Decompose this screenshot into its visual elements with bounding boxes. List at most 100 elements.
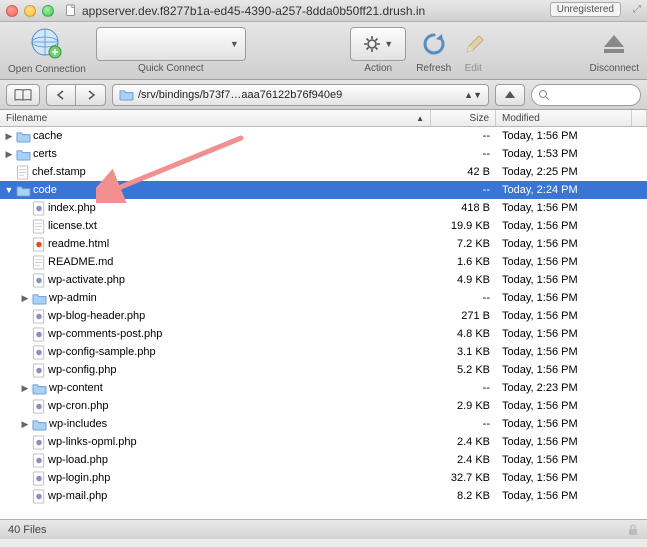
quick-connect-item: ▼ Quick Connect — [96, 27, 246, 74]
file-icon — [32, 201, 46, 216]
file-size: 32.7 KB — [431, 472, 496, 484]
file-row[interactable]: ▶wp-includes--Today, 1:56 PM — [0, 415, 647, 433]
toolbar: Open Connection ▼ Quick Connect ▼ Action… — [0, 22, 647, 80]
file-modified: Today, 1:56 PM — [496, 472, 647, 484]
back-button[interactable] — [46, 84, 76, 106]
search-box[interactable] — [531, 84, 641, 106]
file-row[interactable]: readme.html7.2 KBToday, 1:56 PM — [0, 235, 647, 253]
file-size: 4.8 KB — [431, 328, 496, 340]
file-modified: Today, 1:56 PM — [496, 490, 647, 502]
status-text: 40 Files — [8, 524, 47, 536]
file-name: README.md — [48, 256, 113, 268]
document-proxy-icon[interactable] — [64, 4, 78, 18]
disclosure-closed-icon[interactable]: ▶ — [20, 383, 30, 394]
lock-icon[interactable] — [627, 524, 639, 536]
file-size: -- — [431, 382, 496, 394]
file-list[interactable]: ▶cache--Today, 1:56 PM▶certs--Today, 1:5… — [0, 127, 647, 519]
file-row[interactable]: wp-load.php2.4 KBToday, 1:56 PM — [0, 451, 647, 469]
search-input[interactable] — [554, 89, 634, 101]
file-icon — [32, 471, 46, 486]
file-icon — [32, 237, 46, 252]
forward-button[interactable] — [76, 84, 106, 106]
file-name: wp-load.php — [48, 454, 108, 466]
go-up-button[interactable] — [495, 84, 525, 106]
file-modified: Today, 1:56 PM — [496, 454, 647, 466]
file-row[interactable]: ▶ wp-content --Today, 2:23 PM — [0, 379, 647, 397]
file-row[interactable]: ▶wp-admin--Today, 1:56 PM — [0, 289, 647, 307]
unregistered-badge[interactable]: Unregistered — [550, 2, 621, 17]
file-name: license.txt — [48, 220, 97, 232]
open-connection-item: Open Connection — [8, 26, 86, 75]
file-row[interactable]: ▼code--Today, 2:24 PM — [0, 181, 647, 199]
file-row[interactable]: license.txt 19.9 KBToday, 1:56 PM — [0, 217, 647, 235]
file-row[interactable]: wp-comments-post.php4.8 KBToday, 1:56 PM — [0, 325, 647, 343]
eject-icon — [599, 31, 629, 57]
refresh-button[interactable] — [420, 27, 448, 61]
file-modified: Today, 1:53 PM — [496, 148, 647, 160]
file-row[interactable]: wp-activate.php4.9 KBToday, 1:56 PM — [0, 271, 647, 289]
file-icon — [32, 453, 46, 468]
file-row[interactable]: ▶certs--Today, 1:53 PM — [0, 145, 647, 163]
navbar: /srv/bindings/b73f7…aaa76122b76f940e9 ▲▼ — [0, 80, 647, 110]
file-name: wp-content — [49, 382, 103, 394]
edit-button[interactable] — [461, 27, 485, 61]
refresh-item: Refresh — [416, 27, 451, 74]
zoom-window-button[interactable] — [42, 5, 54, 17]
file-name: wp-blog-header.php — [48, 310, 145, 322]
gear-icon — [363, 35, 381, 53]
file-row[interactable]: index.php 418 BToday, 1:56 PM — [0, 199, 647, 217]
edit-item: Edit — [461, 27, 485, 74]
quick-connect-dropdown[interactable]: ▼ — [96, 27, 246, 61]
file-icon — [32, 327, 46, 342]
column-filename[interactable]: Filename▲ — [0, 110, 431, 126]
disclosure-closed-icon[interactable]: ▶ — [20, 419, 30, 430]
file-row[interactable]: ▶cache--Today, 1:56 PM — [0, 127, 647, 145]
disclosure-closed-icon[interactable]: ▶ — [4, 149, 14, 160]
disclosure-open-icon[interactable]: ▼ — [4, 185, 14, 195]
open-connection-button[interactable] — [26, 26, 68, 62]
file-size: 19.9 KB — [431, 220, 496, 232]
file-modified: Today, 1:56 PM — [496, 292, 647, 304]
column-modified[interactable]: Modified — [496, 110, 632, 126]
minimize-window-button[interactable] — [24, 5, 36, 17]
file-row[interactable]: chef.stamp42 BToday, 2:25 PM — [0, 163, 647, 181]
disconnect-button[interactable] — [599, 27, 629, 61]
file-size: -- — [431, 184, 496, 196]
file-modified: Today, 1:56 PM — [496, 310, 647, 322]
file-name: readme.html — [48, 238, 109, 250]
globe-icon — [29, 26, 65, 62]
file-name: wp-activate.php — [48, 274, 125, 286]
file-row[interactable]: wp-links-opml.php2.4 KBToday, 1:56 PM — [0, 433, 647, 451]
quick-connect-label: Quick Connect — [138, 63, 204, 74]
file-icon — [32, 345, 46, 360]
file-row[interactable]: wp-config.php5.2 KBToday, 1:56 PM — [0, 361, 647, 379]
file-name: wp-config.php — [48, 364, 117, 376]
file-modified: Today, 2:23 PM — [496, 382, 647, 394]
disclosure-closed-icon[interactable]: ▶ — [20, 293, 30, 304]
file-size: 418 B — [431, 202, 496, 214]
file-modified: Today, 1:56 PM — [496, 436, 647, 448]
file-modified: Today, 1:56 PM — [496, 220, 647, 232]
file-modified: Today, 1:56 PM — [496, 202, 647, 214]
close-window-button[interactable] — [6, 5, 18, 17]
file-row[interactable]: wp-config-sample.php3.1 KBToday, 1:56 PM — [0, 343, 647, 361]
path-dropdown[interactable]: /srv/bindings/b73f7…aaa76122b76f940e9 ▲▼ — [112, 84, 489, 106]
bookmarks-button[interactable] — [6, 84, 40, 106]
file-row[interactable]: README.md1.6 KBToday, 1:56 PM — [0, 253, 647, 271]
toolbar-toggle-icon[interactable]: ⤢ — [633, 4, 641, 15]
file-row[interactable]: wp-cron.php2.9 KBToday, 1:56 PM — [0, 397, 647, 415]
file-name: index.php — [48, 202, 96, 214]
file-row[interactable]: wp-login.php32.7 KBToday, 1:56 PM — [0, 469, 647, 487]
folder-icon — [32, 382, 47, 395]
edit-label: Edit — [465, 63, 482, 74]
disconnect-label: Disconnect — [590, 63, 639, 74]
file-size: 1.6 KB — [431, 256, 496, 268]
action-dropdown[interactable]: ▼ — [350, 27, 406, 61]
file-row[interactable]: wp-mail.php8.2 KBToday, 1:56 PM — [0, 487, 647, 505]
column-size[interactable]: Size — [431, 110, 496, 126]
file-size: 5.2 KB — [431, 364, 496, 376]
disclosure-closed-icon[interactable]: ▶ — [4, 131, 14, 142]
file-row[interactable]: wp-blog-header.php271 BToday, 1:56 PM — [0, 307, 647, 325]
file-icon — [32, 309, 46, 324]
back-icon — [56, 90, 66, 100]
